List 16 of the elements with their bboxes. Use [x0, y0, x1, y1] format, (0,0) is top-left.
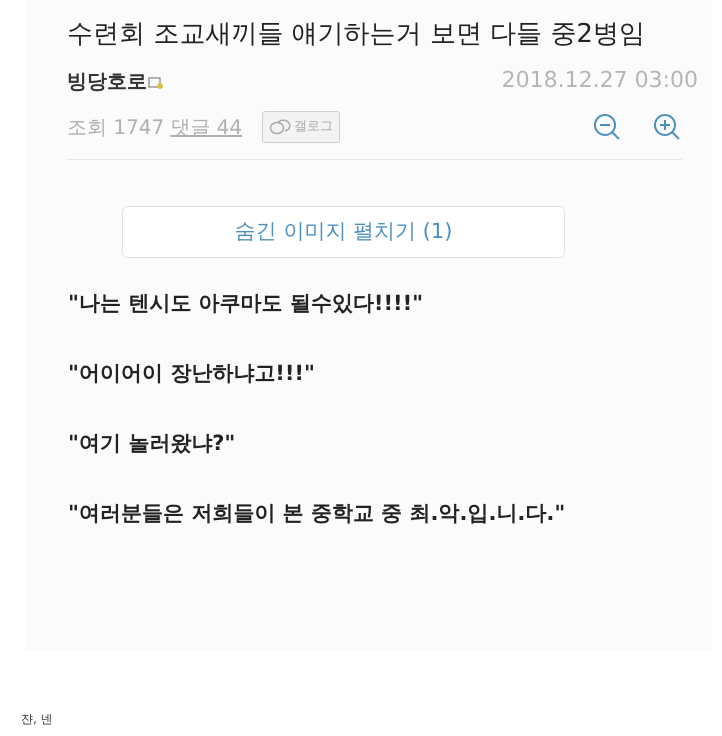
post-text-line: "어이어이 장난하냐고!!!"	[68, 360, 316, 387]
zoom-in-icon[interactable]	[652, 112, 682, 142]
caption: 쟌, 넨	[21, 711, 53, 728]
gallog-button[interactable]: 갤로그	[262, 111, 340, 143]
show-hidden-images-button[interactable]: 숨긴 이미지 펼치기 (1)	[122, 206, 565, 258]
member-icon	[148, 76, 164, 90]
post-title: 수련회 조교새끼들 얘기하는거 보면 다들 중2병임	[67, 18, 646, 51]
post-text-line: "여러분들은 저희들이 본 중학교 중 최.악.입.니.다."	[68, 500, 566, 527]
post-date: 2018.12.27 03:00	[502, 67, 698, 95]
view-count: 조회 1747	[67, 114, 164, 141]
author-name[interactable]: 빙당호로	[67, 66, 147, 96]
post-text-line: "여기 놀러왔냐?"	[68, 430, 236, 457]
comment-count-link[interactable]: 댓글 44	[170, 112, 242, 142]
post-text-line: "나는 텐시도 아쿠마도 될수있다!!!!"	[68, 290, 424, 317]
speech-bubbles-icon	[269, 118, 292, 136]
zoom-out-icon[interactable]	[592, 112, 622, 142]
